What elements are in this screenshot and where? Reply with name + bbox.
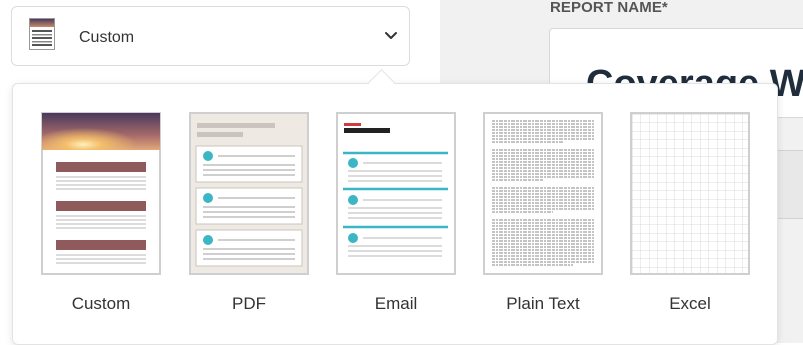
template-option-custom[interactable]: Custom <box>41 84 181 344</box>
template-option-label: Plain Text <box>506 294 580 313</box>
template-option-label: Custom <box>71 294 131 313</box>
template-option-label: Excel <box>669 294 711 313</box>
excel-template-icon <box>630 112 750 275</box>
chevron-down-icon <box>385 32 397 39</box>
popover-caret-mask <box>360 84 402 94</box>
report-settings-field[interactable] <box>778 150 803 219</box>
template-option-label: Email <box>374 294 418 313</box>
template-option-plain-text[interactable]: Plain Text <box>483 84 623 344</box>
document-icon <box>29 18 55 50</box>
template-picker-popover: Custom PDF Email Plain Text Excel <box>12 83 778 345</box>
template-option-label: PDF <box>232 294 266 313</box>
report-name-label: REPORT NAME* <box>550 0 668 16</box>
template-option-excel[interactable]: Excel <box>630 84 770 344</box>
dropdown-selected-label: Custom <box>79 29 135 46</box>
template-option-pdf[interactable]: PDF <box>189 84 329 344</box>
template-type-dropdown[interactable]: Custom <box>11 6 410 66</box>
plain-text-template-icon <box>483 112 603 275</box>
template-option-email[interactable]: Email <box>336 84 476 344</box>
pdf-template-icon <box>189 112 309 275</box>
email-template-icon <box>336 112 456 275</box>
custom-template-icon <box>41 112 161 275</box>
